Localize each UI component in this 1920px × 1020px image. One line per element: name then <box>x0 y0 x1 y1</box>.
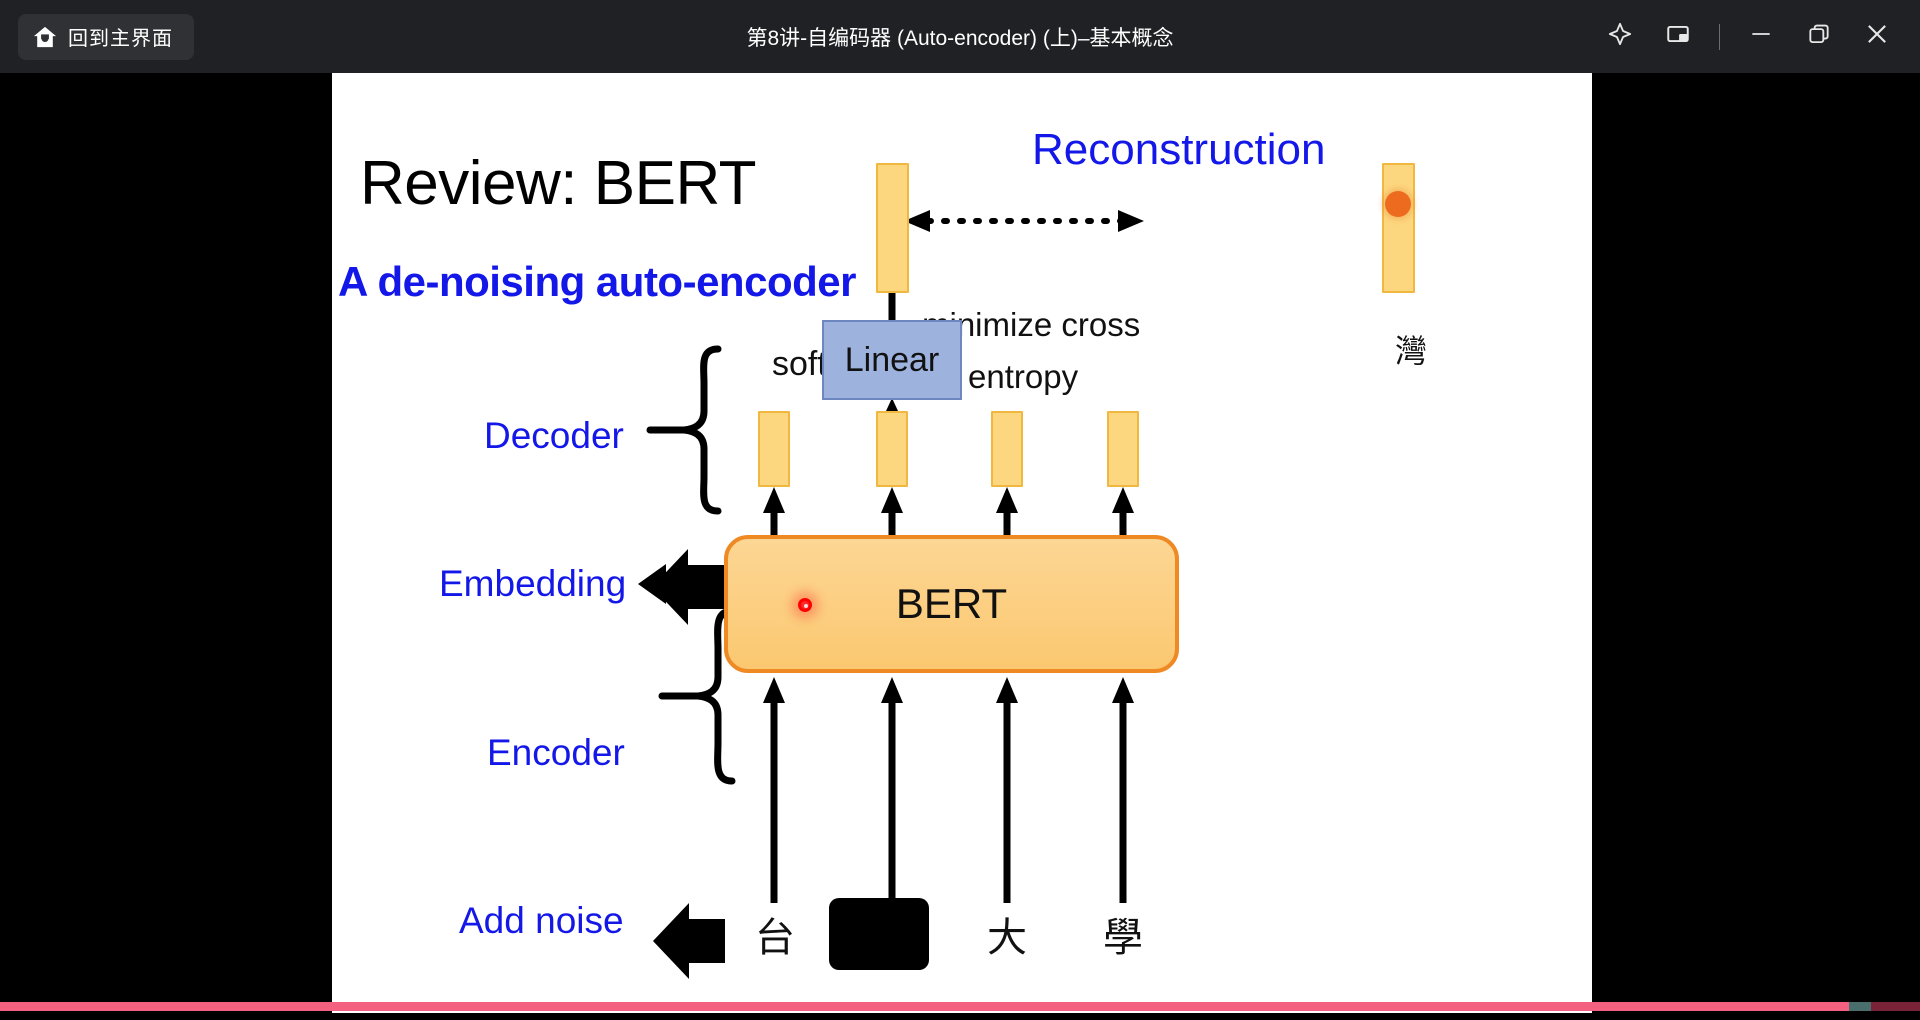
pin-button[interactable] <box>1591 8 1649 66</box>
label-encoder: Encoder <box>487 732 625 773</box>
label-add-noise: Add noise <box>459 900 624 941</box>
minimize-icon <box>1748 21 1774 52</box>
back-to-home-button[interactable]: 回到主界面 <box>18 13 194 60</box>
laser-pointer-dot <box>798 598 812 612</box>
input-token-3: 大 <box>987 915 1027 961</box>
picture-in-picture-icon <box>1665 21 1691 52</box>
video-progress-knob[interactable] <box>1848 1002 1871 1011</box>
embedding-bar-2 <box>876 411 908 487</box>
input-token-4: 學 <box>1103 915 1143 961</box>
bert-encoder-box: BERT <box>724 535 1179 673</box>
embedding-bar-1 <box>758 411 790 487</box>
video-player-window: 回到主界面 第8讲-自编码器 (Auto-encoder) (上)–基本概念 R… <box>0 0 1920 1020</box>
input-token-1: 台 <box>755 915 795 961</box>
reconstruction-output-bar <box>876 163 909 293</box>
slide-heading: Review: BERT <box>360 149 756 218</box>
restore-icon <box>1806 21 1832 52</box>
embedding-bar-3 <box>991 411 1023 487</box>
close-icon <box>1863 20 1891 53</box>
input-token-2-mask <box>829 898 929 970</box>
embedding-bar-4 <box>1107 411 1139 487</box>
window-controls <box>1591 0 1906 73</box>
minimize-button[interactable] <box>1732 8 1790 66</box>
label-reconstruction: Reconstruction <box>1032 125 1326 174</box>
title-bar: 回到主界面 第8讲-自编码器 (Auto-encoder) (上)–基本概念 <box>0 0 1920 73</box>
video-progress-fill <box>0 1002 1853 1011</box>
restore-button[interactable] <box>1790 8 1848 66</box>
picture-in-picture-button[interactable] <box>1649 8 1707 66</box>
reconstruction-target-token: 灣 <box>1395 332 1428 370</box>
label-embedding: Embedding <box>439 563 627 604</box>
home-icon <box>32 24 58 50</box>
video-stage[interactable]: Review: BERT A de-noising auto-encoder R… <box>0 73 1920 1020</box>
slide-canvas: Review: BERT A de-noising auto-encoder R… <box>332 73 1592 1013</box>
reconstruction-target-marker-dot <box>1385 191 1411 217</box>
close-button[interactable] <box>1848 8 1906 66</box>
controls-divider <box>1719 23 1720 50</box>
bert-label: BERT <box>895 580 1008 627</box>
reconstruction-target-bar <box>1382 163 1415 293</box>
slide-subheading: A de-noising auto-encoder <box>338 258 856 305</box>
linear-layer-box: Linear <box>822 320 962 400</box>
pin-icon <box>1607 21 1633 52</box>
back-to-home-label: 回到主界面 <box>68 28 173 50</box>
linear-layer-label: Linear <box>844 340 940 379</box>
label-decoder: Decoder <box>484 415 624 456</box>
label-entropy: entropy <box>968 358 1079 395</box>
video-progress-bar[interactable] <box>0 1002 1920 1011</box>
